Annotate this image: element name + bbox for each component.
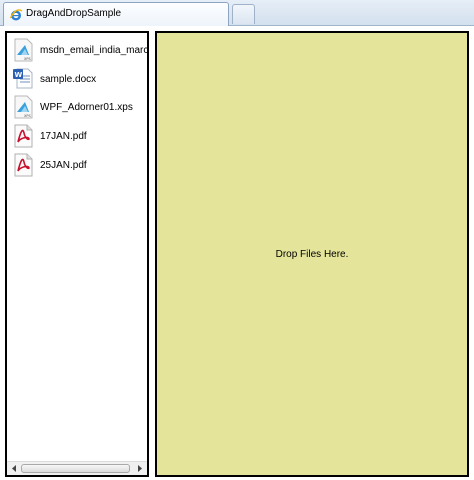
list-item[interactable]: 17JAN.pdf: [12, 124, 147, 150]
file-name: msdn_email_india_march: [40, 45, 149, 56]
xps-document-icon: XPS: [14, 95, 33, 119]
new-tab-button[interactable]: [232, 4, 255, 24]
word-document-icon: W: [13, 68, 33, 89]
pdf-document-icon: [14, 153, 33, 177]
scroll-left-arrow-icon[interactable]: [8, 463, 20, 474]
list-item[interactable]: XPS msdn_email_india_march: [12, 38, 149, 64]
pdf-document-icon: [14, 124, 33, 148]
scrollbar-thumb[interactable]: [21, 464, 130, 473]
list-item[interactable]: 25JAN.pdf: [12, 153, 147, 179]
scroll-right-arrow-icon[interactable]: [134, 463, 146, 474]
drop-zone[interactable]: Drop Files Here.: [155, 31, 469, 477]
xps-document-icon: XPS: [14, 38, 33, 62]
tab-title: DragAndDropSample: [26, 8, 122, 19]
internet-explorer-icon: [9, 9, 23, 21]
browser-tab-bar: DragAndDropSample: [0, 0, 474, 26]
list-item[interactable]: W sample.docx: [12, 67, 147, 93]
svg-text:W: W: [15, 71, 23, 79]
drop-zone-label: Drop Files Here.: [275, 249, 349, 260]
svg-text:XPS: XPS: [24, 114, 32, 118]
tab-dragdropsample[interactable]: DragAndDropSample: [3, 2, 229, 26]
svg-text:XPS: XPS: [24, 57, 32, 61]
file-name: 25JAN.pdf: [40, 160, 87, 171]
file-name: 17JAN.pdf: [40, 131, 87, 142]
file-name: WPF_Adorner01.xps: [40, 102, 133, 113]
file-list-panel[interactable]: XPS msdn_email_india_march W sample.docx…: [5, 31, 149, 477]
list-item[interactable]: XPS WPF_Adorner01.xps: [12, 95, 147, 121]
horizontal-scrollbar[interactable]: [7, 461, 147, 475]
file-name: sample.docx: [40, 74, 97, 85]
